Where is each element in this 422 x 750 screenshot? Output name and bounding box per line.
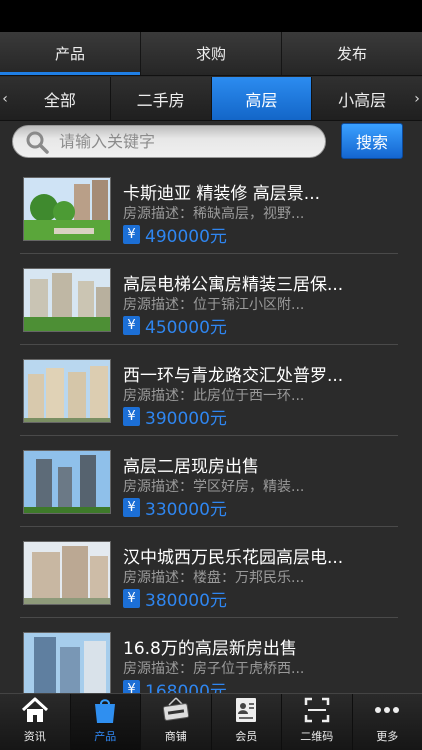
nav-news[interactable]: 资讯 (0, 694, 71, 750)
nav-label: 商铺 (164, 730, 187, 743)
listing-description: 房源描述：学区好房，精装... (123, 479, 305, 495)
listing-price: 168000元 (145, 681, 227, 694)
list-item[interactable]: 卡斯迪亚 精装修 高层景... 房源描述：稀缺高层，视野... ¥ 490000… (0, 163, 422, 254)
category-bar: ‹ 全部 二手房 高层 小高层 › (0, 77, 422, 121)
list-item[interactable]: 汉中城西万民乐花园高层电... 房源描述：楼盘：万邦民乐... ¥ 380000… (0, 527, 422, 618)
tab-wanted[interactable]: 求购 (141, 32, 282, 75)
nav-label: 更多 (376, 730, 399, 743)
nav-label: 产品 (94, 730, 117, 743)
top-tab-bar: 产品 求购 发布 (0, 32, 422, 76)
nav-shops[interactable]: 商铺 (141, 694, 212, 750)
nav-qrcode[interactable]: 二维码 (282, 694, 353, 750)
listing-description: 房源描述：位于锦江小区附... (123, 297, 305, 313)
tab-publish[interactable]: 发布 (282, 32, 422, 75)
listing-price: 380000元 (145, 590, 227, 611)
category-second-hand[interactable]: 二手房 (111, 77, 212, 120)
price-row: ¥ 168000元 (123, 678, 227, 693)
list-item[interactable]: 高层电梯公寓房精装三居保... 房源描述：位于锦江小区附... ¥ 450000… (0, 254, 422, 345)
search-icon (26, 131, 49, 154)
listing-thumbnail (23, 450, 111, 514)
listing-list: 卡斯迪亚 精装修 高层景... 房源描述：稀缺高层，视野... ¥ 490000… (0, 163, 422, 693)
search-input[interactable] (59, 132, 299, 151)
list-item[interactable]: 西一环与青龙路交汇处普罗... 房源描述：此房位于西一环... ¥ 390000… (0, 345, 422, 436)
yen-icon: ¥ (123, 224, 140, 244)
listing-description: 房源描述：稀缺高层，视野... (123, 206, 305, 222)
search-button[interactable]: 搜索 (341, 123, 403, 159)
open-sign-icon (162, 697, 189, 721)
listing-title: 卡斯迪亚 精装修 高层景... (123, 184, 321, 204)
price-row: ¥ 390000元 (123, 405, 227, 429)
bottom-nav: 资讯 产品 商铺 会员 二维码 更多 (0, 693, 422, 750)
listing-thumbnail (23, 177, 111, 241)
nav-label: 二维码 (300, 730, 334, 743)
yen-icon: ¥ (123, 588, 140, 608)
listing-description: 房源描述：此房位于西一环... (123, 388, 305, 404)
listing-thumbnail (23, 541, 111, 605)
listing-title: 西一环与青龙路交汇处普罗... (123, 366, 344, 386)
tab-products[interactable]: 产品 (0, 32, 141, 75)
search-row: 搜索 (0, 121, 422, 163)
listing-title: 高层电梯公寓房精装三居保... (123, 275, 344, 295)
price-row: ¥ 330000元 (123, 496, 227, 520)
listing-price: 450000元 (145, 317, 227, 338)
nav-label: 资讯 (23, 730, 46, 743)
listing-title: 高层二居现房出售 (123, 457, 259, 477)
listing-price: 490000元 (145, 226, 227, 247)
price-row: ¥ 490000元 (123, 223, 227, 247)
nav-more[interactable]: 更多 (353, 694, 422, 750)
yen-icon: ¥ (123, 497, 140, 517)
listing-description: 房源描述：房子位于虎桥西... (123, 661, 305, 677)
status-bar (0, 0, 422, 32)
yen-icon: ¥ (123, 679, 140, 693)
more-dots-icon (375, 707, 400, 713)
listing-title: 汉中城西万民乐花园高层电... (123, 548, 344, 568)
price-row: ¥ 380000元 (123, 587, 227, 611)
yen-icon: ¥ (123, 315, 140, 335)
category-mid-rise[interactable]: 小高层 (312, 77, 412, 120)
category-high-rise[interactable]: 高层 (211, 77, 313, 120)
list-item[interactable]: 16.8万的高层新房出售 房源描述：房子位于虎桥西... ¥ 168000元 (0, 618, 422, 693)
listing-price: 390000元 (145, 408, 227, 429)
chevron-right-icon[interactable]: › (412, 77, 422, 120)
shopping-bag-icon (95, 699, 116, 723)
listing-title: 16.8万的高层新房出售 (123, 639, 297, 659)
member-card-icon (236, 698, 257, 722)
listing-price: 330000元 (145, 499, 227, 520)
yen-icon: ¥ (123, 406, 140, 426)
listing-thumbnail (23, 632, 111, 693)
search-box[interactable] (12, 125, 326, 158)
nav-products[interactable]: 产品 (70, 694, 141, 750)
nav-label: 会员 (235, 730, 258, 743)
category-all[interactable]: 全部 (10, 77, 111, 120)
listing-thumbnail (23, 268, 111, 332)
price-row: ¥ 450000元 (123, 314, 227, 338)
chevron-left-icon[interactable]: ‹ (0, 77, 10, 120)
home-icon (21, 697, 48, 722)
listing-thumbnail (23, 359, 111, 423)
nav-members[interactable]: 会员 (212, 694, 282, 750)
listing-description: 房源描述：楼盘：万邦民乐... (123, 570, 305, 586)
qr-scan-icon (304, 697, 329, 723)
list-item[interactable]: 高层二居现房出售 房源描述：学区好房，精装... ¥ 330000元 (0, 436, 422, 527)
